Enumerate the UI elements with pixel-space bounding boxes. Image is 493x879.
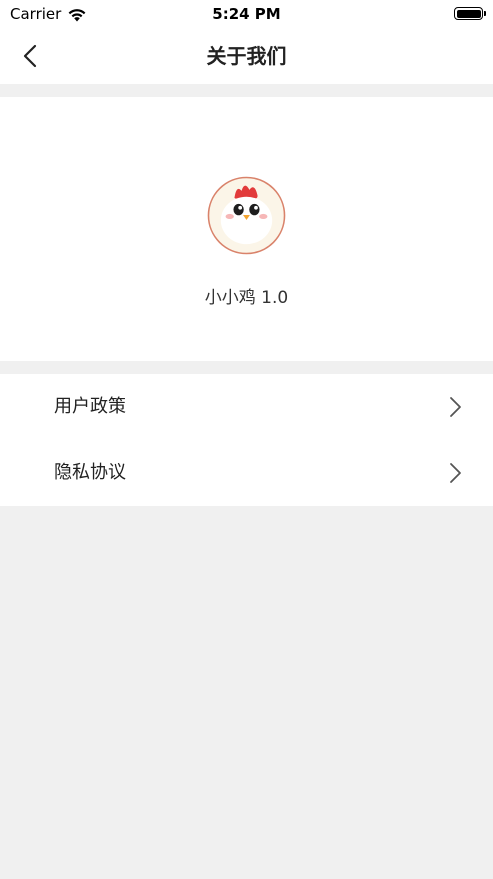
status-bar: Carrier 5:24 PM — [0, 0, 493, 28]
page-title: 关于我们 — [206, 44, 287, 68]
settings-menu: 用户政策 隐私协议 — [0, 374, 493, 506]
menu-item-label: 隐私协议 — [54, 462, 126, 483]
menu-item-privacy-agreement[interactable]: 隐私协议 — [0, 440, 493, 506]
nav-bar: 关于我们 — [0, 28, 493, 84]
battery-icon — [454, 7, 486, 20]
status-time: 5:24 PM — [212, 5, 281, 23]
app-name-version: 小小鸡 1.0 — [204, 288, 289, 308]
menu-item-label: 用户政策 — [54, 396, 126, 417]
menu-item-user-policy[interactable]: 用户政策 — [0, 374, 493, 440]
app-logo — [207, 176, 286, 255]
chevron-right-icon — [450, 397, 461, 417]
chevron-right-icon — [450, 463, 461, 483]
about-card: 小小鸡 1.0 — [0, 97, 493, 361]
